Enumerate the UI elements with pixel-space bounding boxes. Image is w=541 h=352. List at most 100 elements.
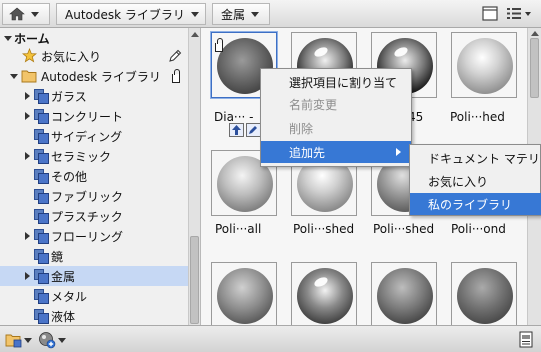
chevron-down-icon[interactable] (251, 11, 260, 17)
material-editor-icon[interactable] (518, 331, 534, 348)
chevron-down-icon[interactable] (58, 338, 66, 343)
library-category-icon (34, 149, 49, 164)
home-icon (9, 7, 25, 21)
menu-item-add-to[interactable]: 追加先 (261, 141, 411, 163)
home-crumb[interactable] (2, 3, 50, 25)
breadcrumb-category-label: 金属 (221, 7, 246, 22)
tree-item-category-selected[interactable]: 金属 (0, 266, 188, 286)
tree-item-category[interactable]: フローリング (0, 226, 188, 246)
library-category-icon (34, 229, 49, 244)
lock-icon (172, 69, 180, 83)
scroll-up-icon[interactable] (531, 31, 539, 36)
chevron-down-icon[interactable] (190, 11, 199, 17)
tree-item-category[interactable]: その他 (0, 166, 188, 186)
material-preview-sphere (457, 38, 513, 94)
material-tile[interactable] (451, 262, 517, 325)
material-caption: Poli···shed (373, 222, 435, 236)
chevron-down-icon[interactable] (31, 11, 39, 17)
tree-item-label: お気に入り (41, 49, 102, 64)
menu-item-rename: 名前変更 (289, 97, 338, 112)
folder-icon (21, 70, 37, 83)
expand-arrow-icon[interactable] (25, 152, 30, 160)
tree-item-category[interactable]: セラミック (0, 146, 188, 166)
tree-item-label: ファブリック (51, 189, 124, 204)
breadcrumb-bar: Autodesk ライブラリ 金属 (0, 0, 541, 28)
menu-item-favorites[interactable]: お気に入り (410, 170, 541, 192)
library-tree: ホーム お気に入り Autodesk ライブラリ ガラス コンクリート サイディ… (0, 28, 188, 325)
menu-item-assign-to-selection[interactable]: 選択項目に割り当て (261, 71, 411, 93)
material-tile[interactable] (451, 32, 517, 98)
tree-item-label: メタル (51, 289, 88, 304)
material-create-icon[interactable] (38, 331, 56, 349)
tree-item-label: サイディング (51, 129, 123, 144)
assign-button[interactable] (229, 123, 244, 137)
library-category-icon (34, 109, 49, 124)
expand-arrow-icon[interactable] (25, 272, 30, 280)
tree-item-label: セラミック (51, 149, 112, 164)
scrollbar-thumb[interactable] (190, 236, 199, 324)
menu-item-document-materials[interactable]: ドキュメント マテリ (410, 147, 541, 169)
edit-icon (249, 126, 257, 134)
library-category-icon (34, 189, 49, 204)
menu-item-delete: 削除 (289, 121, 314, 136)
scroll-up-icon[interactable] (191, 32, 199, 37)
tree-item-category[interactable]: メタル (0, 286, 188, 306)
breadcrumb-library-label: Autodesk ライブラリ (65, 7, 185, 22)
tree-item-favorites[interactable]: お気に入り (0, 46, 188, 66)
tree-item-label: Autodesk ライブラリ (41, 69, 161, 84)
tree-item-category[interactable]: 鏡 (0, 246, 188, 266)
material-caption: Poli···ond (451, 222, 506, 236)
library-category-icon (34, 209, 49, 224)
material-caption: Poli···all (215, 222, 262, 236)
material-preview-sphere (457, 268, 513, 324)
tree-item-label: ホーム (14, 31, 50, 46)
tree-item-category[interactable]: 液体 (0, 306, 188, 325)
tree-item-home[interactable]: ホーム (0, 28, 188, 48)
breadcrumb-category[interactable]: 金属 (212, 3, 270, 25)
chevron-down-icon[interactable] (24, 338, 32, 343)
tree-item-category[interactable]: プラスチック (0, 206, 188, 226)
tree-item-label: 液体 (51, 309, 76, 324)
expand-arrow-icon[interactable] (25, 112, 30, 120)
list-view-icon[interactable] (506, 6, 532, 21)
menu-item-label: 追加先 (289, 145, 326, 160)
tree-item-autodesk-library[interactable]: Autodesk ライブラリ (0, 66, 188, 86)
library-category-icon (34, 129, 49, 144)
menu-item-my-library[interactable]: 私のライブラリ (410, 193, 541, 215)
tree-item-label: ガラス (51, 89, 87, 104)
tree-item-category[interactable]: ファブリック (0, 186, 188, 206)
tree-item-category[interactable]: コンクリート (0, 106, 188, 126)
tree-item-label: フローリング (51, 229, 124, 244)
tree-item-label: コンクリート (51, 109, 124, 124)
edit-material-button[interactable] (246, 123, 261, 137)
material-tile[interactable] (371, 262, 437, 325)
expand-arrow-icon[interactable] (25, 92, 30, 100)
material-tile[interactable] (291, 262, 357, 325)
material-caption: Poli···shed (293, 222, 355, 236)
tree-item-category[interactable]: ガラス (0, 86, 188, 106)
library-category-icon (34, 309, 49, 324)
tree-item-label: プラスチック (51, 209, 123, 224)
pencil-icon[interactable] (168, 49, 182, 63)
collapse-arrow-icon[interactable] (10, 74, 18, 79)
library-category-icon (34, 269, 49, 284)
tree-item-label: 金属 (51, 269, 76, 284)
tree-item-label: その他 (51, 169, 88, 184)
expand-arrow-icon[interactable] (25, 232, 30, 240)
material-tile[interactable] (211, 262, 277, 325)
library-manage-icon[interactable] (5, 332, 23, 348)
material-preview-sphere (377, 268, 433, 324)
library-category-icon (34, 169, 49, 184)
add-to-submenu: ドキュメント マテリ お気に入り 私のライブラリ (409, 144, 541, 216)
submenu-arrow-icon (396, 148, 401, 156)
tree-item-category[interactable]: サイディング (0, 126, 188, 146)
tree-item-label: 鏡 (51, 249, 64, 264)
breadcrumb-library[interactable]: Autodesk ライブラリ (56, 3, 206, 25)
library-category-icon (34, 89, 49, 104)
context-menu: 選択項目に割り当て 名前変更 削除 追加先 (260, 68, 412, 167)
material-preview-sphere (217, 268, 273, 324)
tree-scrollbar[interactable] (188, 28, 200, 325)
thumbnail-view-icon[interactable] (482, 6, 498, 21)
scrollbar-thumb[interactable] (530, 38, 539, 98)
collapse-arrow-icon[interactable] (4, 36, 12, 41)
